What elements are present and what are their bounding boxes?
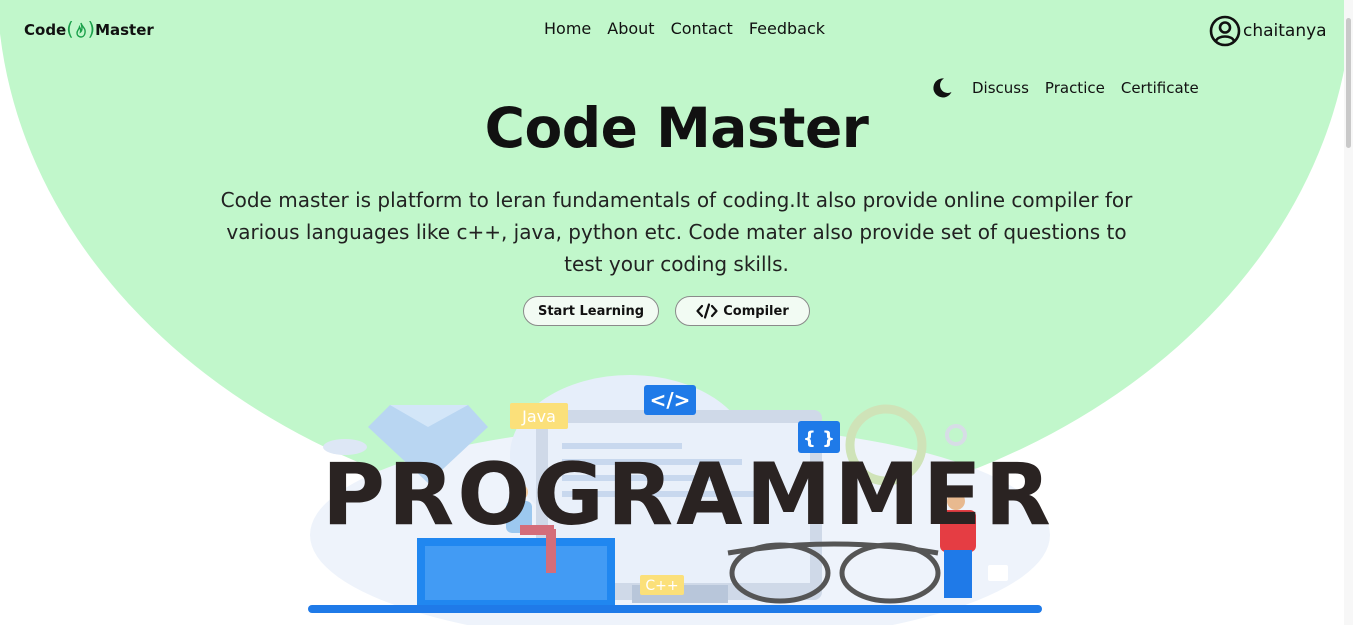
code-tag-text: </> <box>650 388 691 412</box>
start-learning-button[interactable]: Start Learning <box>523 296 659 326</box>
nav-discuss-link[interactable]: Discuss <box>972 79 1029 97</box>
main-nav: Home About Contact Feedback <box>544 19 825 38</box>
site-logo[interactable]: Code ( ) Master <box>24 20 154 39</box>
logo-text-right: Master <box>95 20 154 39</box>
nav-home-link[interactable]: Home <box>544 19 591 38</box>
lock-icon <box>988 565 1008 581</box>
hero-title: Code Master <box>484 96 869 160</box>
logo-text-left: Code <box>24 20 67 39</box>
start-learning-label: Start Learning <box>537 303 645 319</box>
key-icon <box>945 424 967 446</box>
logo-paren-left: ( <box>66 18 74 40</box>
flame-icon <box>75 22 86 38</box>
code-brackets-icon <box>696 303 718 319</box>
keyboard-keys <box>425 546 607 600</box>
logo-paren-right: ) <box>87 18 96 40</box>
compiler-button[interactable]: Compiler <box>675 296 810 326</box>
vertical-scrollbar[interactable] <box>1344 0 1353 625</box>
nav-feedback-link[interactable]: Feedback <box>749 19 825 38</box>
user-circle-icon <box>1209 15 1241 47</box>
nav-certificate-link[interactable]: Certificate <box>1121 79 1199 97</box>
cpp-tag-text: C++ <box>645 578 678 594</box>
person-man-legs <box>944 550 972 598</box>
user-menu[interactable]: chaitanya <box>1209 15 1327 47</box>
compiler-label: Compiler <box>723 303 789 319</box>
floor-line <box>308 605 1042 613</box>
nav-about-link[interactable]: About <box>607 19 654 38</box>
nav-practice-link[interactable]: Practice <box>1045 79 1105 97</box>
hero-description: Code master is platform to leran fundame… <box>220 188 1133 276</box>
java-tag-text: Java <box>521 407 556 426</box>
scrollbar-thumb[interactable] <box>1346 18 1351 148</box>
nav-contact-link[interactable]: Contact <box>671 19 733 38</box>
user-name: chaitanya <box>1243 21 1327 41</box>
programmer-heading: PROGRAMMER <box>322 445 1054 545</box>
